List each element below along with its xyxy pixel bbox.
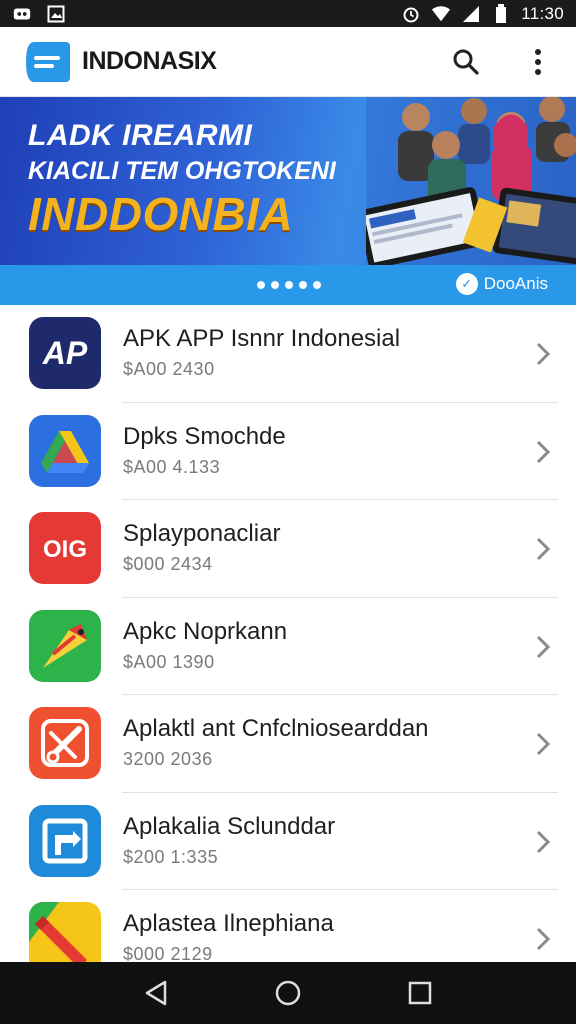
carousel-dot[interactable]	[313, 281, 321, 289]
battery-icon	[491, 3, 511, 23]
banner-headline: LADK IREARMI	[28, 119, 253, 152]
carousel-dot[interactable]	[299, 281, 307, 289]
scissors-icon	[29, 707, 101, 779]
app-subtitle: 3200 2036	[123, 749, 213, 769]
app-list: AP APK APP Isnnr Indonesial $A00 2430 Dp…	[0, 305, 576, 988]
list-item[interactable]: Dpks Smochde $A00 4.133	[0, 403, 576, 501]
parrot-icon	[29, 609, 101, 682]
chevron-right-icon	[536, 537, 551, 561]
list-item[interactable]: AP APK APP Isnnr Indonesial $A00 2430	[0, 305, 576, 403]
app-name: Aplaktl ant Cnfclniosearddan	[123, 715, 429, 742]
promo-banner[interactable]: LADK IREARMI KIACILI TEM OHGTOKENI INDDO…	[0, 97, 576, 265]
svg-text:OIG: OIG	[43, 536, 87, 563]
app-title: INDONASIX	[82, 47, 217, 75]
oig-logo-icon: OIG	[29, 512, 101, 584]
status-clock: 11:30	[521, 3, 564, 23]
nav-recents-button[interactable]	[400, 973, 440, 1013]
carousel-dot[interactable]	[271, 281, 279, 289]
svg-text:AP: AP	[42, 335, 88, 371]
carousel-dot[interactable]	[285, 281, 293, 289]
cast-icon	[29, 804, 101, 877]
banner-people-illustration	[366, 97, 576, 265]
more-vert-icon	[535, 48, 541, 75]
list-item[interactable]: Aplakalia Sclunddar $200 1:335	[0, 793, 576, 891]
app-name: Apkc Noprkann	[123, 617, 288, 645]
drive-icon	[29, 414, 101, 487]
search-button[interactable]	[450, 46, 482, 78]
chevron-right-icon	[536, 635, 551, 658]
signal-icon	[461, 5, 481, 23]
chevron-right-icon	[536, 440, 551, 463]
app-notification-icon	[12, 5, 32, 23]
nav-back-button[interactable]	[136, 973, 176, 1013]
chevron-right-icon	[536, 927, 551, 951]
banner-footer: ✓ DooAnis	[0, 265, 576, 305]
app-subtitle: $000 2434	[123, 554, 213, 574]
more-options-button[interactable]	[522, 46, 554, 78]
recents-icon	[408, 981, 432, 1005]
app-logo-icon	[24, 40, 72, 84]
carousel-indicator[interactable]	[257, 281, 321, 289]
app-name: Dpks Smochde	[123, 422, 286, 450]
list-item[interactable]: Apkc Noprkann $A00 1390	[0, 598, 576, 696]
alarm-icon	[401, 5, 421, 23]
app-bar: INDONASIX	[0, 27, 576, 97]
app-name: Aplastea Ilnephiana	[123, 910, 334, 937]
banner-title: INDDONBIA	[28, 188, 294, 240]
chevron-right-icon	[536, 732, 551, 756]
app-name: APK APP Isnnr Indonesial	[123, 325, 401, 352]
app-subtitle: $A00 2430	[123, 359, 215, 379]
list-item[interactable]: Aplaktl ant Cnfclniosearddan 3200 2036	[0, 695, 576, 793]
search-icon	[453, 49, 479, 75]
banner-brand-label: DooAnis	[483, 274, 548, 293]
app-subtitle: $200 1:335	[123, 846, 219, 867]
app-subtitle: $A00 1390	[123, 651, 215, 672]
nav-home-button[interactable]	[268, 973, 308, 1013]
list-item[interactable]: OIG Splayponacliar $000 2434	[0, 500, 576, 598]
brand-check-icon: ✓	[455, 273, 478, 295]
chevron-right-icon	[536, 830, 551, 853]
home-icon	[275, 980, 301, 1006]
app-name: Aplakalia Sclunddar	[123, 812, 336, 840]
carousel-dot[interactable]	[257, 281, 265, 289]
ap-logo-icon: AP	[29, 317, 101, 389]
app-subtitle: $A00 4.133	[123, 456, 221, 477]
chevron-right-icon	[536, 342, 551, 366]
image-notification-icon	[46, 5, 66, 23]
app-name: Splayponacliar	[123, 520, 281, 547]
status-bar: 11:30	[0, 0, 576, 27]
system-nav-bar	[0, 962, 576, 1024]
banner-subheadline: KIACILI TEM OHGTOKENI	[28, 157, 336, 185]
banner-brand[interactable]: ✓ DooAnis	[455, 273, 548, 295]
wifi-icon	[431, 5, 451, 23]
back-icon	[145, 980, 167, 1006]
